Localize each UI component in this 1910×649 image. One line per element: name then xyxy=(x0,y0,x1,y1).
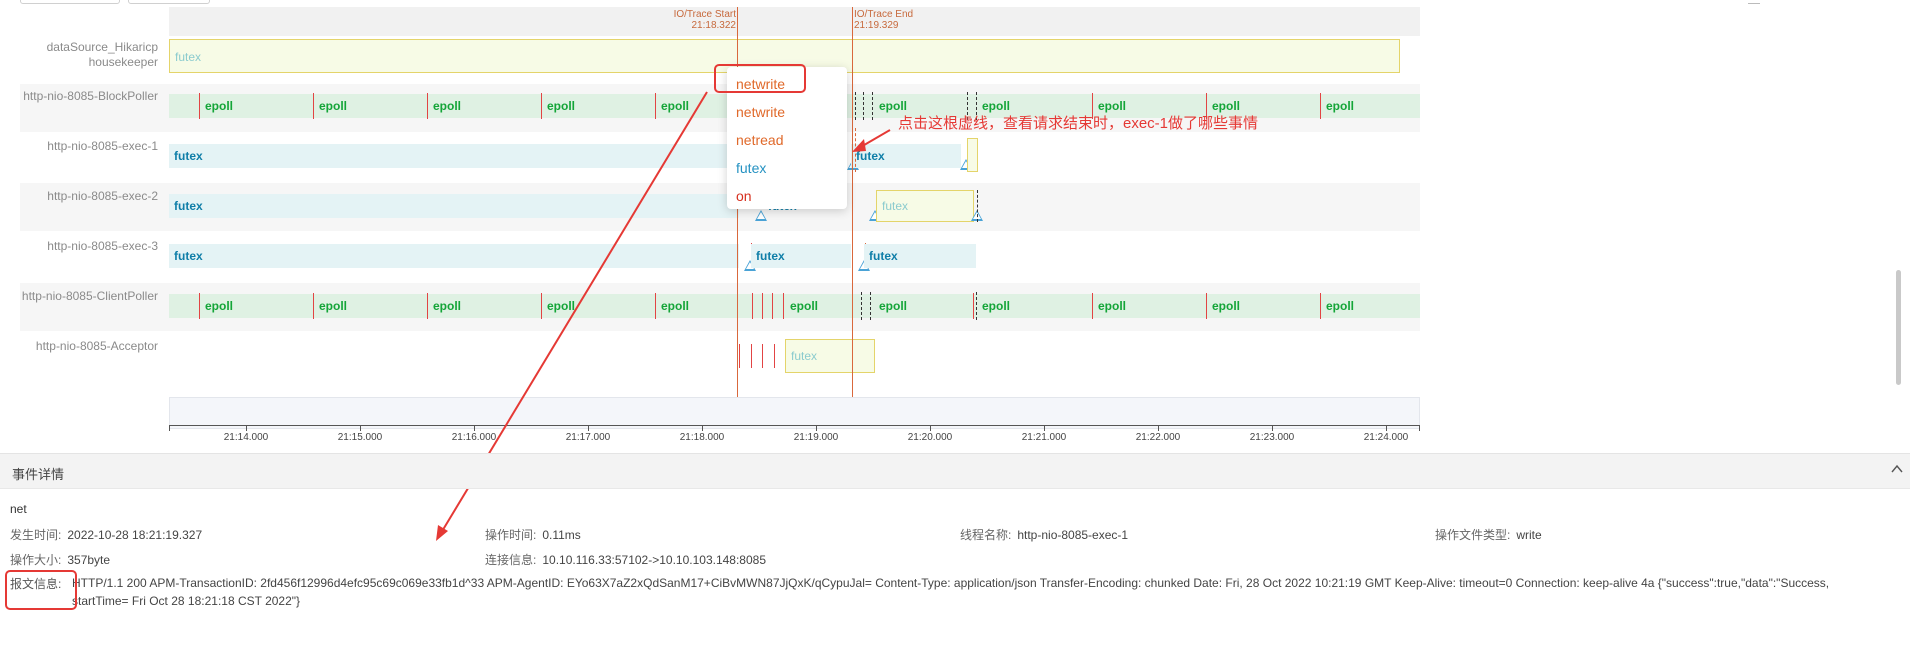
field-key: 发生时间: xyxy=(10,528,62,542)
details-title: 事件详情 xyxy=(12,467,65,482)
field-conn: 连接信息: 10.10.116.33:57102->10.10.103.148:8… xyxy=(485,551,766,568)
field-value: 2022-10-28 18:21:19.327 xyxy=(67,528,203,542)
field-thread: 线程名称: http-nio-8085-exec-1 xyxy=(960,526,1128,543)
field-msg-value: HTTP/1.1 200 APM-TransactionID: 2fd456f1… xyxy=(72,576,1830,608)
field-value: 357byte xyxy=(67,553,111,567)
field-key: 连接信息: xyxy=(485,553,537,567)
field-size: 操作大小: 357byte xyxy=(10,551,110,568)
field-op-time: 操作时间: 0.11ms xyxy=(485,526,581,543)
field-key: 操作时间: xyxy=(485,528,537,542)
field-value: http-nio-8085-exec-1 xyxy=(1017,528,1129,542)
field-value: write xyxy=(1516,528,1542,542)
chevron-up-icon[interactable] xyxy=(1890,462,1904,476)
annotation-arrows xyxy=(436,91,891,541)
field-occur-time: 发生时间: 2022-10-28 18:21:19.327 xyxy=(10,526,202,543)
field-key: 线程名称: xyxy=(960,528,1012,542)
details-panel-header[interactable]: 事件详情 xyxy=(0,453,1910,489)
event-type: net xyxy=(10,502,27,516)
field-key: 操作文件类型: xyxy=(1435,528,1511,542)
highlight-box-msg-label xyxy=(5,570,77,610)
field-value: 0.11ms xyxy=(542,528,581,542)
field-value: 10.10.116.33:57102->10.10.103.148:8085 xyxy=(542,553,766,567)
field-key: 操作大小: xyxy=(10,553,62,567)
field-file-type: 操作文件类型: write xyxy=(1435,526,1542,543)
